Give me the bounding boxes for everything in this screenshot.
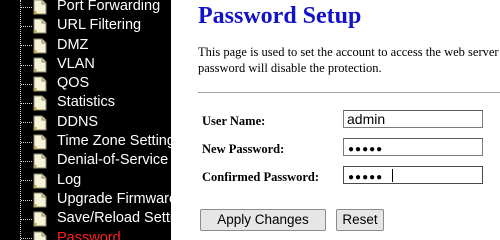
document-icon — [33, 57, 47, 73]
sidebar-item-port-forwarding[interactable]: Port Forwarding — [0, 0, 171, 16]
confirm-password-input[interactable]: ●●●●● — [343, 166, 483, 184]
page-description: This page is used to set the account to … — [198, 45, 500, 75]
user-name-input[interactable] — [343, 110, 483, 128]
document-icon — [33, 38, 47, 54]
sidebar-item-dmz[interactable]: DMZ — [0, 36, 171, 55]
sidebar-item-label: Time Zone Setting — [57, 133, 171, 150]
sidebar-item-label: Statistics — [57, 94, 116, 111]
new-password-input[interactable]: ●●●●● — [343, 138, 483, 156]
tree-branch — [21, 141, 32, 143]
document-icon — [33, 18, 47, 34]
tree-branch — [21, 83, 32, 85]
sidebar-item-log[interactable]: Log — [0, 171, 171, 190]
sidebar-item-label: Log — [57, 171, 82, 188]
confirm-password-label: Confirmed Password: — [202, 170, 320, 184]
sidebar-item-label: Upgrade Firmware — [57, 190, 171, 207]
sidebar-item-password[interactable]: Password — [0, 229, 171, 240]
tree-branch — [21, 103, 32, 105]
tree-branch — [21, 122, 32, 124]
sidebar-item-url-filtering[interactable]: URL Filtering — [0, 16, 171, 35]
sidebar-item-label: Password — [57, 229, 121, 240]
main-panel: Password Setup This page is used to set … — [171, 0, 500, 240]
tree-branch — [21, 45, 32, 47]
sidebar-item-ddns[interactable]: DDNS — [0, 113, 171, 132]
sidebar-item-label: Denial-of-Service — [57, 152, 169, 169]
text-caret — [392, 169, 393, 182]
sidebar-nav: Port Forwarding URL Filtering DMZ VLAN QOS St… — [0, 0, 171, 240]
document-icon — [33, 173, 47, 189]
sidebar-item-upgrade-firmware[interactable]: Upgrade Firmware — [0, 190, 171, 209]
sidebar-item-label: DMZ — [57, 36, 89, 53]
confirm-password-row: Confirmed Password: ●●●●● — [198, 166, 500, 188]
tree-branch — [21, 238, 32, 240]
tree-branch — [21, 218, 32, 220]
tree-branch — [21, 25, 32, 27]
sidebar-item-label: URL Filtering — [57, 17, 142, 34]
nav-list: Port Forwarding URL Filtering DMZ VLAN QOS St… — [0, 0, 171, 240]
tree-branch — [21, 199, 32, 201]
tree-branch — [21, 64, 32, 66]
new-password-label: New Password: — [202, 142, 285, 156]
user-name-label: User Name: — [202, 114, 266, 128]
sidebar-item-statistics[interactable]: Statistics — [0, 93, 171, 112]
document-icon — [33, 76, 47, 92]
tree-branch — [21, 180, 32, 182]
sidebar-item-label: VLAN — [57, 55, 95, 72]
confirm-password-mask: ●●●●● — [348, 172, 384, 183]
document-icon — [33, 192, 47, 208]
document-icon — [33, 115, 47, 131]
tree-branch — [21, 6, 32, 8]
password-setup-screen: Port Forwarding URL Filtering DMZ VLAN QOS St… — [0, 0, 500, 240]
tree-branch — [21, 161, 32, 163]
page-title: Password Setup — [198, 3, 362, 29]
new-password-mask: ●●●●● — [348, 144, 384, 155]
document-icon — [33, 231, 47, 240]
apply-changes-button[interactable]: Apply Changes — [200, 209, 326, 231]
sidebar-item-vlan[interactable]: VLAN — [0, 55, 171, 74]
document-icon — [33, 0, 47, 15]
document-icon — [33, 153, 47, 169]
sidebar-item-denial-of-service[interactable]: Denial-of-Service — [0, 151, 171, 170]
sidebar-item-label: Save/Reload Setting — [57, 210, 171, 227]
document-icon — [33, 95, 47, 111]
sidebar-item-time-zone-setting[interactable]: Time Zone Setting — [0, 132, 171, 151]
sidebar-item-label: DDNS — [57, 113, 99, 130]
sidebar-item-label: Port Forwarding — [57, 0, 161, 14]
document-icon — [33, 211, 47, 227]
user-name-row: User Name: — [198, 110, 500, 132]
new-password-row: New Password: ●●●●● — [198, 138, 500, 160]
section-divider — [198, 92, 500, 94]
sidebar-item-save-reload-setting[interactable]: Save/Reload Setting — [0, 209, 171, 228]
sidebar-item-qos[interactable]: QOS — [0, 74, 171, 93]
sidebar-item-label: QOS — [57, 75, 90, 92]
document-icon — [33, 134, 47, 150]
reset-button[interactable]: Reset — [336, 209, 384, 231]
